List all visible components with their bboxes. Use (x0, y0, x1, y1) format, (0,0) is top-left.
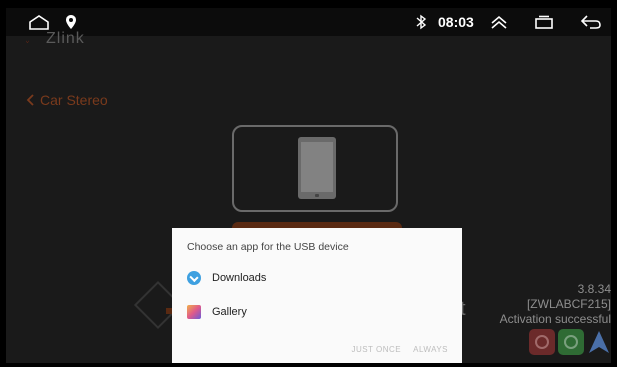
option-downloads[interactable]: Downloads (187, 268, 266, 288)
device-id: [ZWLABCF215] (526, 297, 611, 311)
phone-icon (298, 137, 336, 199)
gallery-icon (187, 305, 201, 319)
screen: 08:03 Zlink Car Stereo t 3.8.34 [ZWLABCF… (6, 8, 611, 363)
clock: 08:03 (438, 14, 474, 30)
dialog-title: Choose an app for the USB device (187, 241, 349, 253)
option-gallery[interactable]: Gallery (187, 302, 247, 322)
always-button[interactable]: ALWAYS (413, 345, 448, 354)
chevron-left-icon (26, 94, 34, 106)
usb-app-chooser-dialog: Choose an app for the USB device Downloa… (172, 228, 462, 363)
android-auto-red-icon[interactable] (529, 329, 555, 355)
back-to-car-stereo[interactable]: Car Stereo (26, 92, 108, 108)
option-label: Downloads (212, 272, 267, 284)
device-frame: 08:03 Zlink Car Stereo t 3.8.34 [ZWLABCF… (0, 0, 617, 367)
back-icon[interactable] (580, 14, 602, 30)
phone-connection-card (232, 125, 398, 212)
activation-status: Activation successful (499, 312, 611, 326)
home-icon[interactable] (28, 14, 50, 30)
back-link-label: Car Stereo (40, 92, 108, 108)
navigation-arrow-icon[interactable] (587, 329, 611, 355)
version-number: 3.8.34 (577, 282, 611, 296)
zlink-logo-icon (26, 40, 30, 44)
expand-up-icon[interactable] (489, 14, 509, 30)
location-icon (66, 15, 76, 29)
status-bar: 08:03 (6, 8, 611, 36)
version-info: 3.8.34 [ZWLABCF215] Activation successfu… (500, 282, 611, 327)
app-shortcuts (529, 329, 609, 359)
bluetooth-icon (416, 14, 427, 30)
app-logo-text: Zlink (46, 30, 85, 47)
recent-apps-icon[interactable] (534, 15, 554, 29)
dialog-actions: JUST ONCE ALWAYS (351, 345, 448, 354)
just-once-button[interactable]: JUST ONCE (351, 345, 401, 354)
downloads-icon (187, 271, 201, 285)
option-label: Gallery (212, 306, 247, 318)
carplay-green-icon[interactable] (558, 329, 584, 355)
